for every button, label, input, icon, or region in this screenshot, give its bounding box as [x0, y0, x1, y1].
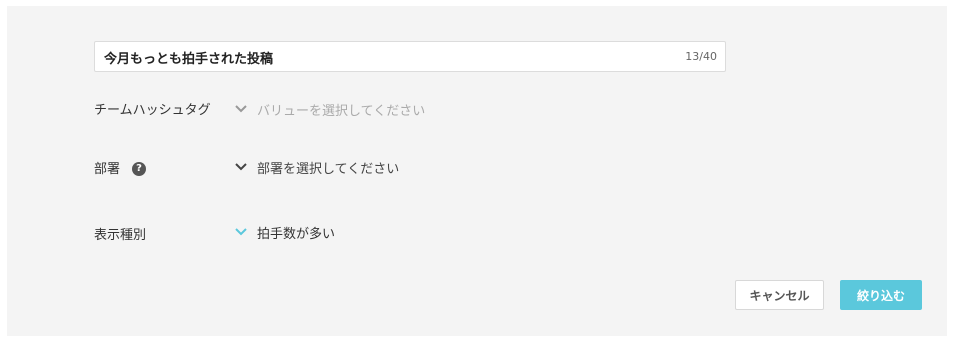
char-counter: 13/40: [685, 50, 717, 63]
display-type-label-text: 表示種別: [94, 228, 147, 243]
chevron-down-icon: [235, 228, 247, 236]
display-type-label: 表示種別: [94, 224, 146, 243]
cancel-button-label: キャンセル: [749, 288, 810, 303]
title-input[interactable]: 今月もっとも拍手された投稿 13/40: [94, 41, 726, 72]
apply-filter-button-label: 絞り込む: [856, 288, 905, 303]
display-type-select-value: 拍手数が多い: [257, 226, 336, 242]
hashtag-label: チームハッシュタグ: [94, 99, 211, 118]
hashtag-select-placeholder: バリューを選択してください: [257, 103, 426, 119]
chevron-down-icon: [235, 163, 247, 171]
hashtag-label-text: チームハッシュタグ: [94, 103, 211, 118]
filter-panel: 今月もっとも拍手された投稿 13/40 チームハッシュタグ バリューを選択してく…: [7, 6, 947, 336]
department-select-placeholder: 部署を選択してください: [257, 161, 400, 177]
title-input-value[interactable]: 今月もっとも拍手された投稿: [104, 48, 273, 67]
hashtag-select[interactable]: バリューを選択してください: [233, 99, 425, 119]
department-label: 部署?: [94, 158, 147, 177]
department-label-text: 部署: [94, 162, 121, 177]
cancel-button[interactable]: キャンセル: [735, 280, 824, 310]
help-icon[interactable]: ?: [132, 161, 147, 176]
apply-filter-button[interactable]: 絞り込む: [840, 280, 922, 310]
department-select[interactable]: 部署を選択してください: [233, 157, 399, 177]
display-type-select[interactable]: 拍手数が多い: [233, 222, 335, 242]
chevron-down-icon: [235, 105, 247, 113]
